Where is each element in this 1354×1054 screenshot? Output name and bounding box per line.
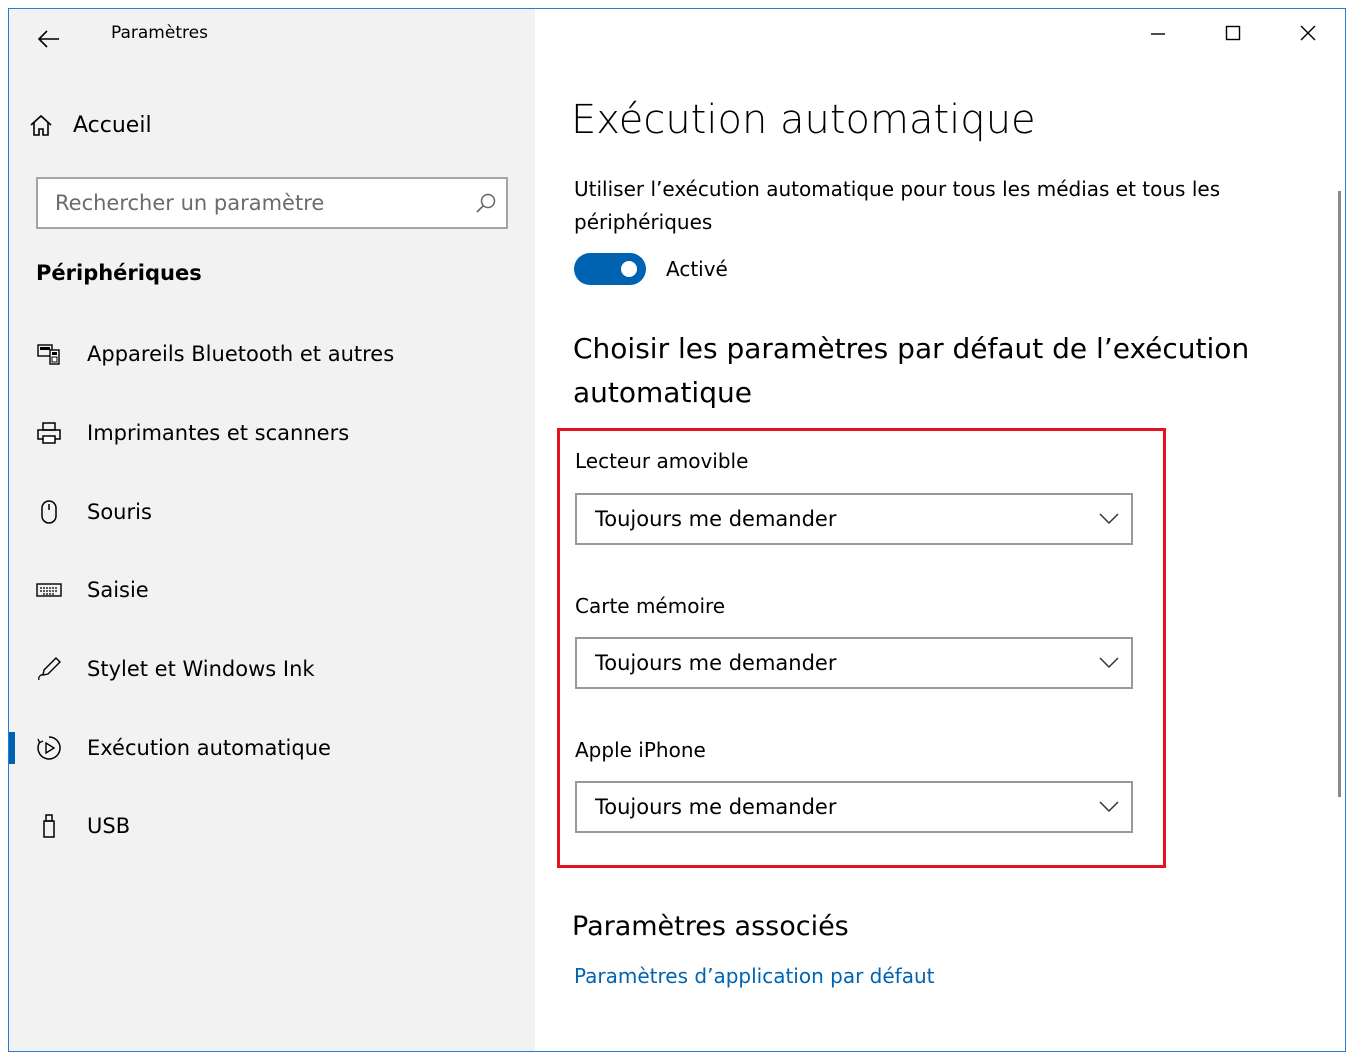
dropdown-value: Toujours me demander	[595, 795, 837, 819]
sidebar-item-mouse[interactable]: Souris	[9, 472, 535, 551]
bluetooth-devices-icon	[35, 340, 63, 368]
memory-card-label: Carte mémoire	[575, 594, 726, 618]
sidebar-item-label: Souris	[87, 499, 152, 524]
chevron-down-icon	[1087, 801, 1131, 813]
dropdown-value: Toujours me demander	[595, 507, 837, 531]
sidebar-item-autoplay[interactable]: Exécution automatique	[9, 708, 535, 787]
sidebar-item-label: Exécution automatique	[87, 735, 331, 760]
minimize-button[interactable]	[1120, 9, 1195, 57]
home-label: Accueil	[73, 112, 152, 138]
autoplay-description: Utiliser l’exécution automatique pour to…	[574, 177, 1221, 234]
window-controls	[1120, 9, 1345, 57]
sidebar-item-pen[interactable]: Stylet et Windows Ink	[9, 630, 535, 709]
printer-icon	[35, 419, 63, 447]
removable-drive-label: Lecteur amovible	[575, 449, 749, 473]
close-button[interactable]	[1270, 9, 1345, 57]
section-title: Périphériques	[36, 261, 202, 285]
app-title: Paramètres	[111, 23, 208, 43]
search-icon[interactable]	[466, 192, 506, 214]
maximize-icon	[1225, 25, 1240, 41]
sidebar-item-label: Imprimantes et scanners	[87, 421, 350, 446]
autoplay-toggle[interactable]	[574, 253, 646, 285]
removable-drive-dropdown[interactable]: Toujours me demander	[575, 493, 1133, 545]
usb-icon	[35, 812, 63, 840]
page-title: Exécution automatique	[571, 97, 1036, 143]
autoplay-toggle-row: Activé	[574, 253, 728, 285]
iphone-label: Apple iPhone	[575, 738, 706, 762]
maximize-button[interactable]	[1195, 9, 1270, 57]
toggle-knob	[621, 261, 637, 277]
default-apps-link[interactable]: Paramètres d’application par défaut	[574, 964, 934, 988]
sidebar-item-typing[interactable]: Saisie	[9, 551, 535, 630]
sidebar: Paramètres Accueil Périphériques	[9, 9, 535, 1051]
settings-window: Paramètres Accueil Périphériques	[8, 8, 1346, 1052]
iphone-dropdown[interactable]: Toujours me demander	[575, 781, 1133, 833]
sidebar-item-usb[interactable]: USB	[9, 787, 535, 866]
related-settings-title: Paramètres associés	[572, 911, 849, 942]
sidebar-item-label: Saisie	[87, 578, 149, 603]
sidebar-item-printers[interactable]: Imprimantes et scanners	[9, 394, 535, 473]
close-icon	[1300, 25, 1315, 41]
search-input[interactable]	[38, 190, 466, 216]
autoplay-icon	[35, 734, 63, 762]
minimize-icon	[1150, 33, 1165, 35]
dropdown-value: Toujours me demander	[595, 651, 837, 675]
keyboard-icon	[35, 576, 63, 604]
sidebar-item-bluetooth[interactable]: Appareils Bluetooth et autres	[9, 315, 535, 394]
toggle-state-label: Activé	[666, 257, 728, 281]
defaults-title: Choisir les paramètres par défaut de l’e…	[573, 332, 1250, 409]
chevron-down-icon	[1087, 513, 1131, 525]
sidebar-nav: Appareils Bluetooth et autres Imprimante…	[9, 315, 535, 866]
main-content: Exécution automatique Utiliser l’exécuti…	[535, 9, 1345, 1051]
chevron-down-icon	[1087, 657, 1131, 669]
pen-icon	[35, 655, 63, 683]
search-box[interactable]	[36, 177, 508, 229]
sidebar-item-label: Appareils Bluetooth et autres	[87, 342, 395, 367]
home-link[interactable]: Accueil	[29, 105, 152, 145]
home-icon	[30, 114, 52, 136]
scrollbar[interactable]	[1338, 191, 1341, 797]
sidebar-item-label: USB	[87, 814, 131, 839]
mouse-icon	[35, 498, 63, 526]
sidebar-item-label: Stylet et Windows Ink	[87, 657, 315, 682]
memory-card-dropdown[interactable]: Toujours me demander	[575, 637, 1133, 689]
back-button[interactable]	[27, 17, 71, 61]
back-arrow-icon	[38, 30, 59, 48]
